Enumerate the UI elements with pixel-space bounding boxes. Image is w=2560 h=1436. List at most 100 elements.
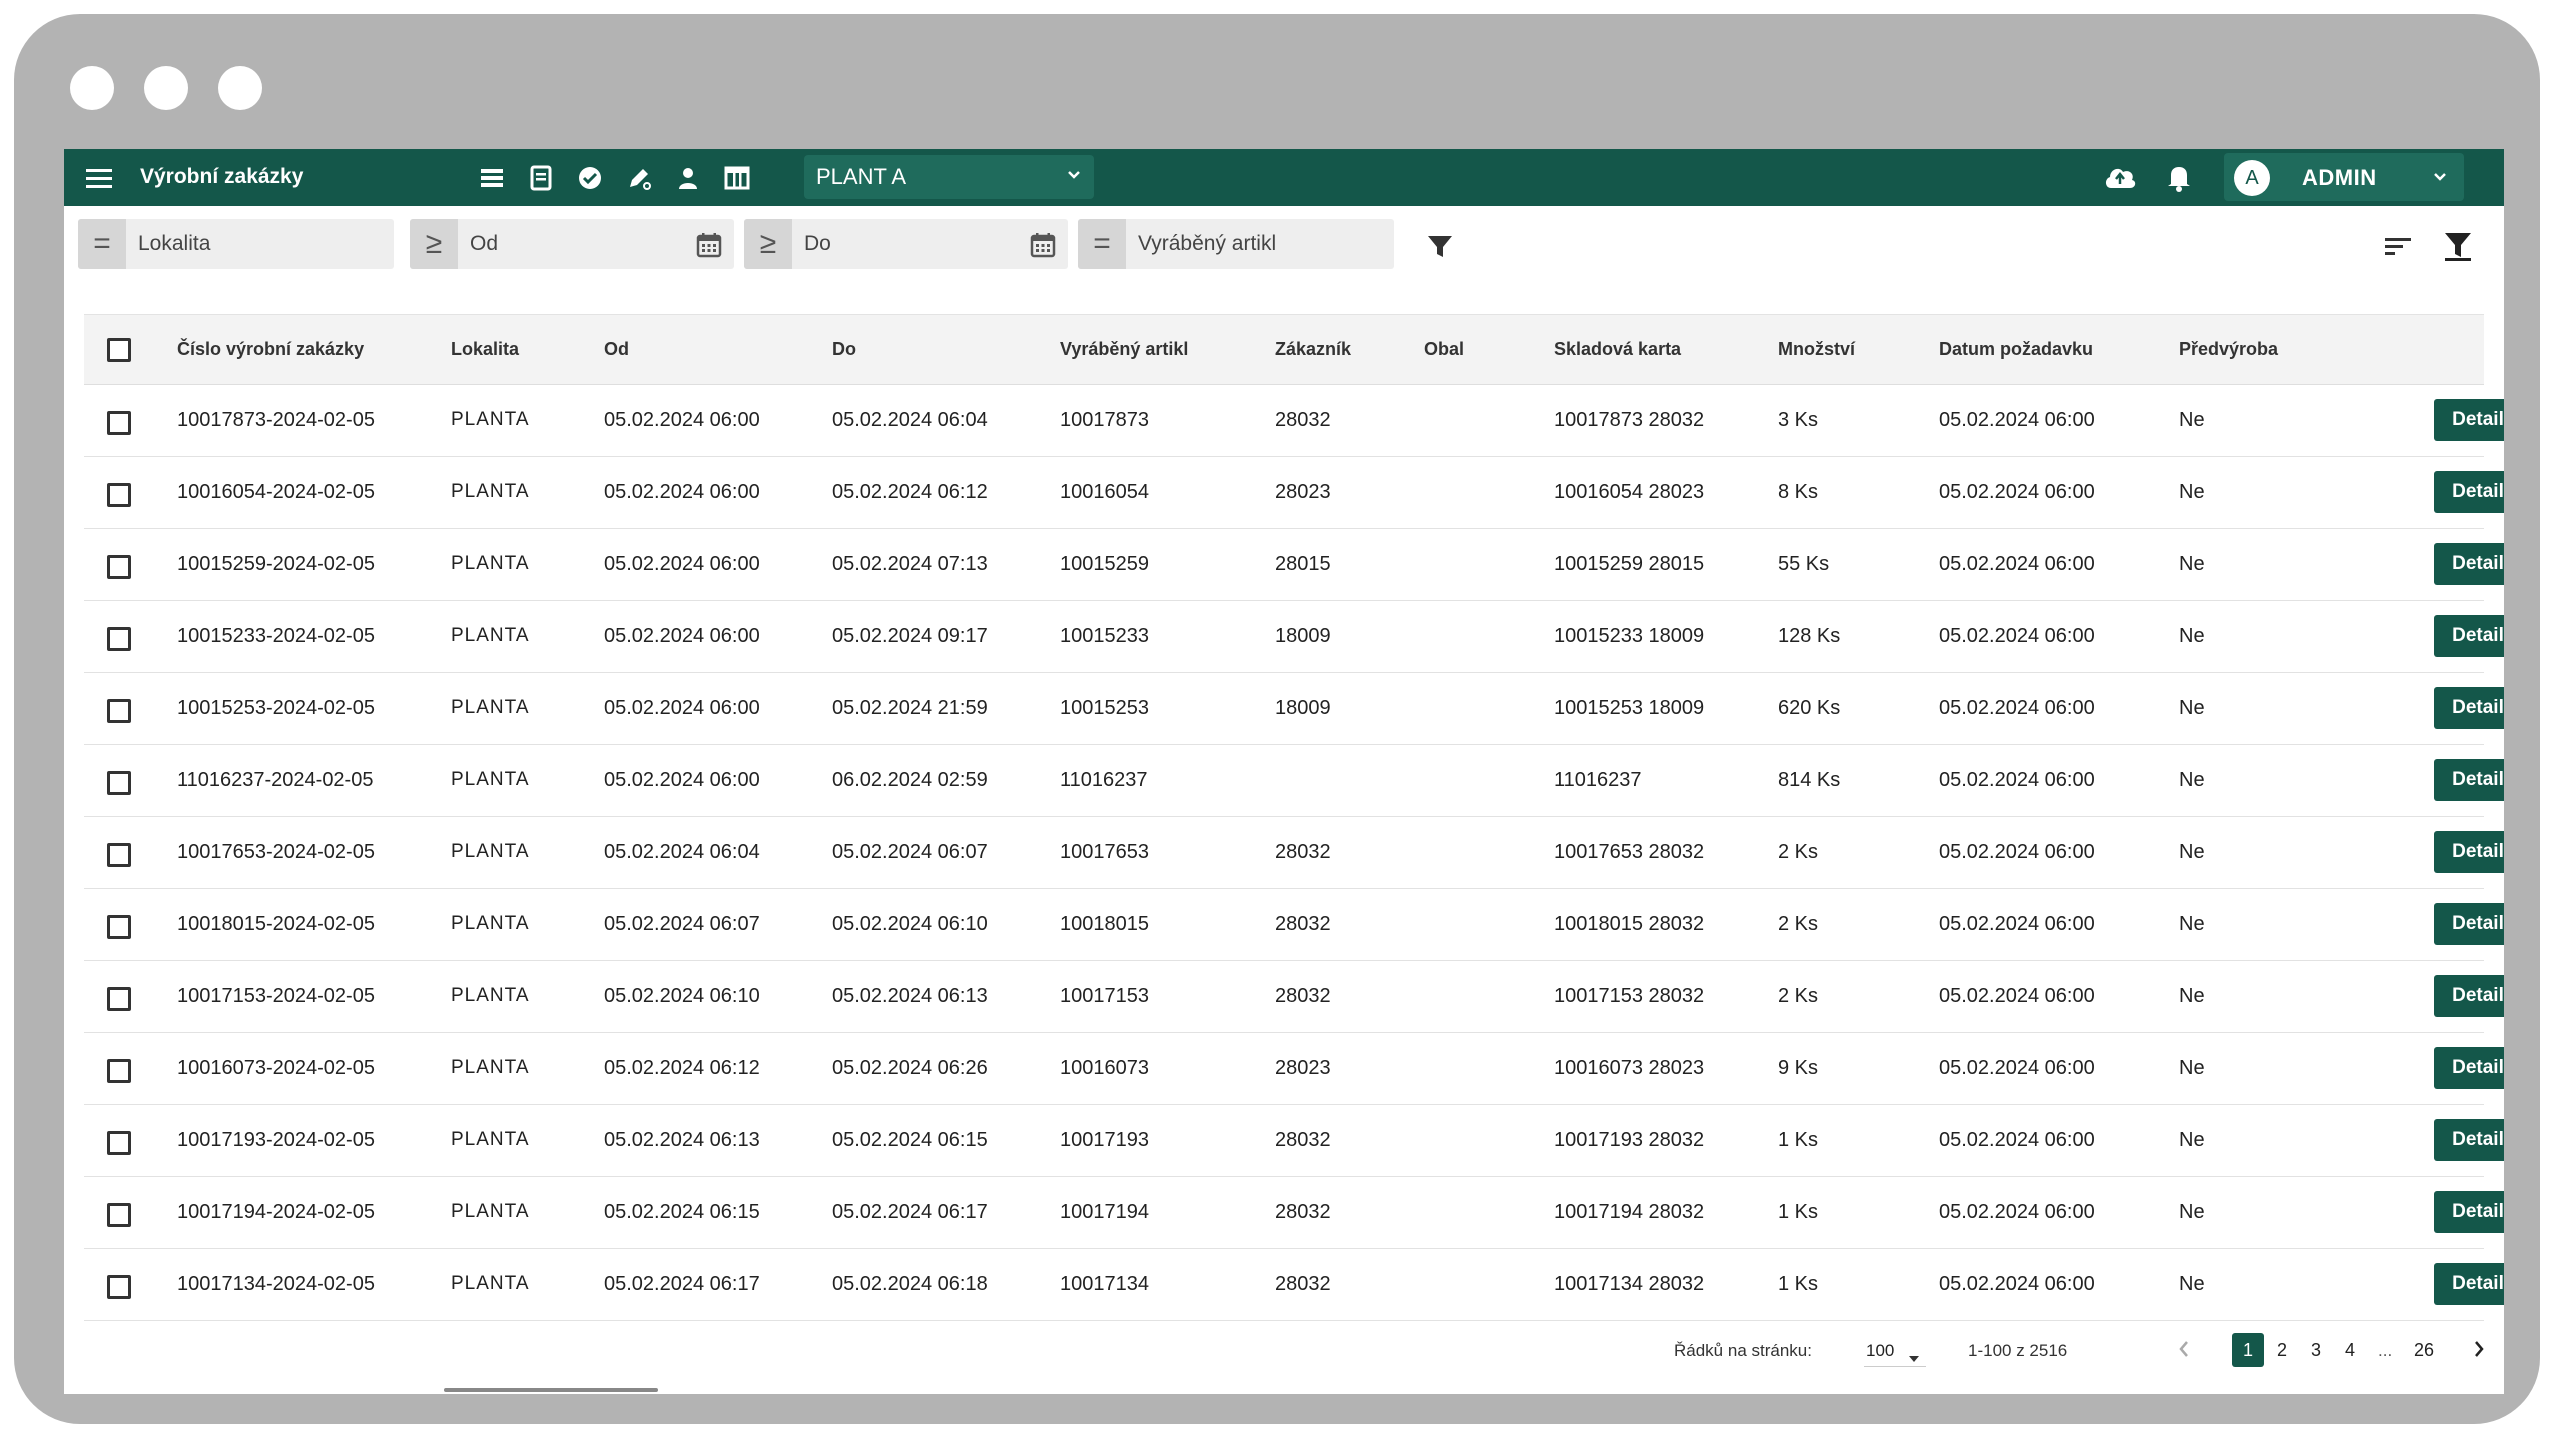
table-row[interactable]: 10018015-2024-02-05 PLANTA 05.02.2024 06:0… <box>84 889 2504 961</box>
table-row[interactable]: 10017653-2024-02-05 PLANTA 05.02.2024 06:0… <box>84 817 2504 889</box>
cell-karta: 10017193 28032 <box>1554 1129 1705 1151</box>
row-checkbox[interactable] <box>107 1059 131 1083</box>
clear-filter-icon[interactable] <box>2438 226 2478 266</box>
calendar-icon[interactable] <box>696 232 722 263</box>
cell-datum: 05.02.2024 06:00 <box>1939 1129 2095 1151</box>
detail-button[interactable]: Detail <box>2434 903 2504 945</box>
detail-button[interactable]: Detail <box>2434 831 2504 873</box>
row-checkbox[interactable] <box>107 411 131 435</box>
detail-button[interactable]: Detail <box>2434 543 2504 585</box>
cell-artikl: 11016237 <box>1060 769 1148 791</box>
table-row[interactable]: 10015253-2024-02-05 PLANTA 05.02.2024 06:0… <box>84 673 2504 745</box>
detail-button[interactable]: Detail <box>2434 1119 2504 1161</box>
detail-button[interactable]: Detail <box>2434 687 2504 729</box>
table-row[interactable]: 10017873-2024-02-05 PLANTA 05.02.2024 06:0… <box>84 385 2504 457</box>
header-lokalita[interactable]: Lokalita <box>451 339 519 360</box>
detail-button[interactable]: Detail <box>2434 1191 2504 1233</box>
header-artikl[interactable]: Vyráběný artikl <box>1060 339 1188 360</box>
plant-select[interactable]: PLANT A <box>804 155 1094 199</box>
user-menu[interactable]: A ADMIN <box>2224 153 2464 201</box>
row-checkbox[interactable] <box>107 843 131 867</box>
detail-button[interactable]: Detail <box>2434 1263 2504 1305</box>
window-dot-maximize[interactable] <box>218 66 262 110</box>
row-checkbox[interactable] <box>107 627 131 651</box>
table-row[interactable]: 10016054-2024-02-05 PLANTA 05.02.2024 06:0… <box>84 457 2504 529</box>
cell-mnozstvi: 1 Ks <box>1778 1201 1819 1223</box>
table-row[interactable]: 10017193-2024-02-05 PLANTA 05.02.2024 06:1… <box>84 1105 2504 1177</box>
row-checkbox[interactable] <box>107 771 131 795</box>
cloud-upload-icon[interactable] <box>2102 162 2138 192</box>
page-3[interactable]: 3 <box>2300 1333 2332 1367</box>
sort-icon[interactable] <box>2378 226 2418 266</box>
row-checkbox[interactable] <box>107 699 131 723</box>
od-filter-field[interactable]: ≥ Od <box>410 219 734 269</box>
gte-operator-button[interactable]: ≥ <box>744 219 792 269</box>
cell-zakaznik: 28015 <box>1275 553 1331 575</box>
equals-operator-button[interactable]: = <box>1078 219 1126 269</box>
detail-button[interactable]: Detail <box>2434 1047 2504 1089</box>
table-row[interactable]: 10017134-2024-02-05 PLANTA 05.02.2024 06:1… <box>84 1249 2504 1321</box>
detail-button[interactable]: Detail <box>2434 615 2504 657</box>
header-obal[interactable]: Obal <box>1424 339 1464 360</box>
header-cislo[interactable]: Číslo výrobní zakázky <box>177 339 364 360</box>
horizontal-scrollbar[interactable] <box>444 1388 658 1392</box>
window-dot-minimize[interactable] <box>144 66 188 110</box>
pen-icon[interactable] <box>623 162 655 194</box>
row-checkbox[interactable] <box>107 483 131 507</box>
artikl-filter-field[interactable]: = Vyráběný artikl <box>1078 219 1394 269</box>
next-page-icon[interactable] <box>2467 1337 2491 1361</box>
table-row[interactable]: 10017153-2024-02-05 PLANTA 05.02.2024 06:1… <box>84 961 2504 1033</box>
table-row[interactable]: 10017194-2024-02-05 PLANTA 05.02.2024 06:1… <box>84 1177 2504 1249</box>
cell-karta: 10017194 28032 <box>1554 1201 1705 1223</box>
check-circle-icon[interactable] <box>574 162 606 194</box>
header-predvyroba[interactable]: Předvýroba <box>2179 339 2278 360</box>
gte-operator-button[interactable]: ≥ <box>410 219 458 269</box>
page-2[interactable]: 2 <box>2266 1333 2298 1367</box>
row-checkbox[interactable] <box>107 1275 131 1299</box>
cell-cislo: 10015259-2024-02-05 <box>177 553 375 575</box>
row-checkbox[interactable] <box>107 987 131 1011</box>
plant-select-value: PLANT A <box>816 164 907 189</box>
lokalita-filter-field[interactable]: = Lokalita <box>78 219 394 269</box>
row-checkbox[interactable] <box>107 555 131 579</box>
equals-operator-button[interactable]: = <box>78 219 126 269</box>
prev-page-icon[interactable] <box>2172 1337 2196 1361</box>
table-row[interactable]: 10016073-2024-02-05 PLANTA 05.02.2024 06:1… <box>84 1033 2504 1105</box>
person-icon[interactable] <box>672 162 704 194</box>
header-do[interactable]: Do <box>832 339 856 360</box>
apply-filter-icon[interactable] <box>1420 226 1460 266</box>
row-checkbox[interactable] <box>107 1131 131 1155</box>
do-filter-field[interactable]: ≥ Do <box>744 219 1068 269</box>
row-checkbox[interactable] <box>107 915 131 939</box>
detail-button[interactable]: Detail <box>2434 759 2504 801</box>
header-mnozstvi[interactable]: Množství <box>1778 339 1855 360</box>
detail-button[interactable]: Detail <box>2434 975 2504 1017</box>
header-karta[interactable]: Skladová karta <box>1554 339 1681 360</box>
window-dot-close[interactable] <box>70 66 114 110</box>
header-datum[interactable]: Datum požadavku <box>1939 339 2093 360</box>
row-checkbox[interactable] <box>107 1203 131 1227</box>
hamburger-menu-icon[interactable] <box>84 164 114 192</box>
page-1[interactable]: 1 <box>2232 1333 2264 1367</box>
table-row[interactable]: 11016237-2024-02-05 PLANTA 05.02.2024 06:0… <box>84 745 2504 817</box>
select-all-checkbox[interactable] <box>107 338 131 362</box>
cell-artikl: 10017194 <box>1060 1201 1149 1223</box>
calendar-icon[interactable] <box>1030 232 1056 263</box>
document-icon[interactable] <box>525 162 557 194</box>
rows-per-page-select[interactable]: 100 <box>1864 1333 1926 1367</box>
table-row[interactable]: 10015259-2024-02-05 PLANTA 05.02.2024 06:0… <box>84 529 2504 601</box>
page-4[interactable]: 4 <box>2334 1333 2366 1367</box>
cell-predvyroba: Ne <box>2179 1057 2205 1079</box>
table-icon[interactable] <box>721 162 753 194</box>
page-last[interactable]: 26 <box>2408 1333 2440 1367</box>
cell-do: 05.02.2024 06:17 <box>832 1201 988 1223</box>
list-icon[interactable] <box>476 162 508 194</box>
bell-icon[interactable] <box>2166 162 2192 192</box>
header-zakaznik[interactable]: Zákazník <box>1275 339 1351 360</box>
detail-button[interactable]: Detail <box>2434 399 2504 441</box>
cell-predvyroba: Ne <box>2179 1129 2205 1151</box>
table-row[interactable]: 10015233-2024-02-05 PLANTA 05.02.2024 06:0… <box>84 601 2504 673</box>
cell-lokalita: PLANTA <box>451 769 530 790</box>
detail-button[interactable]: Detail <box>2434 471 2504 513</box>
header-od[interactable]: Od <box>604 339 629 360</box>
